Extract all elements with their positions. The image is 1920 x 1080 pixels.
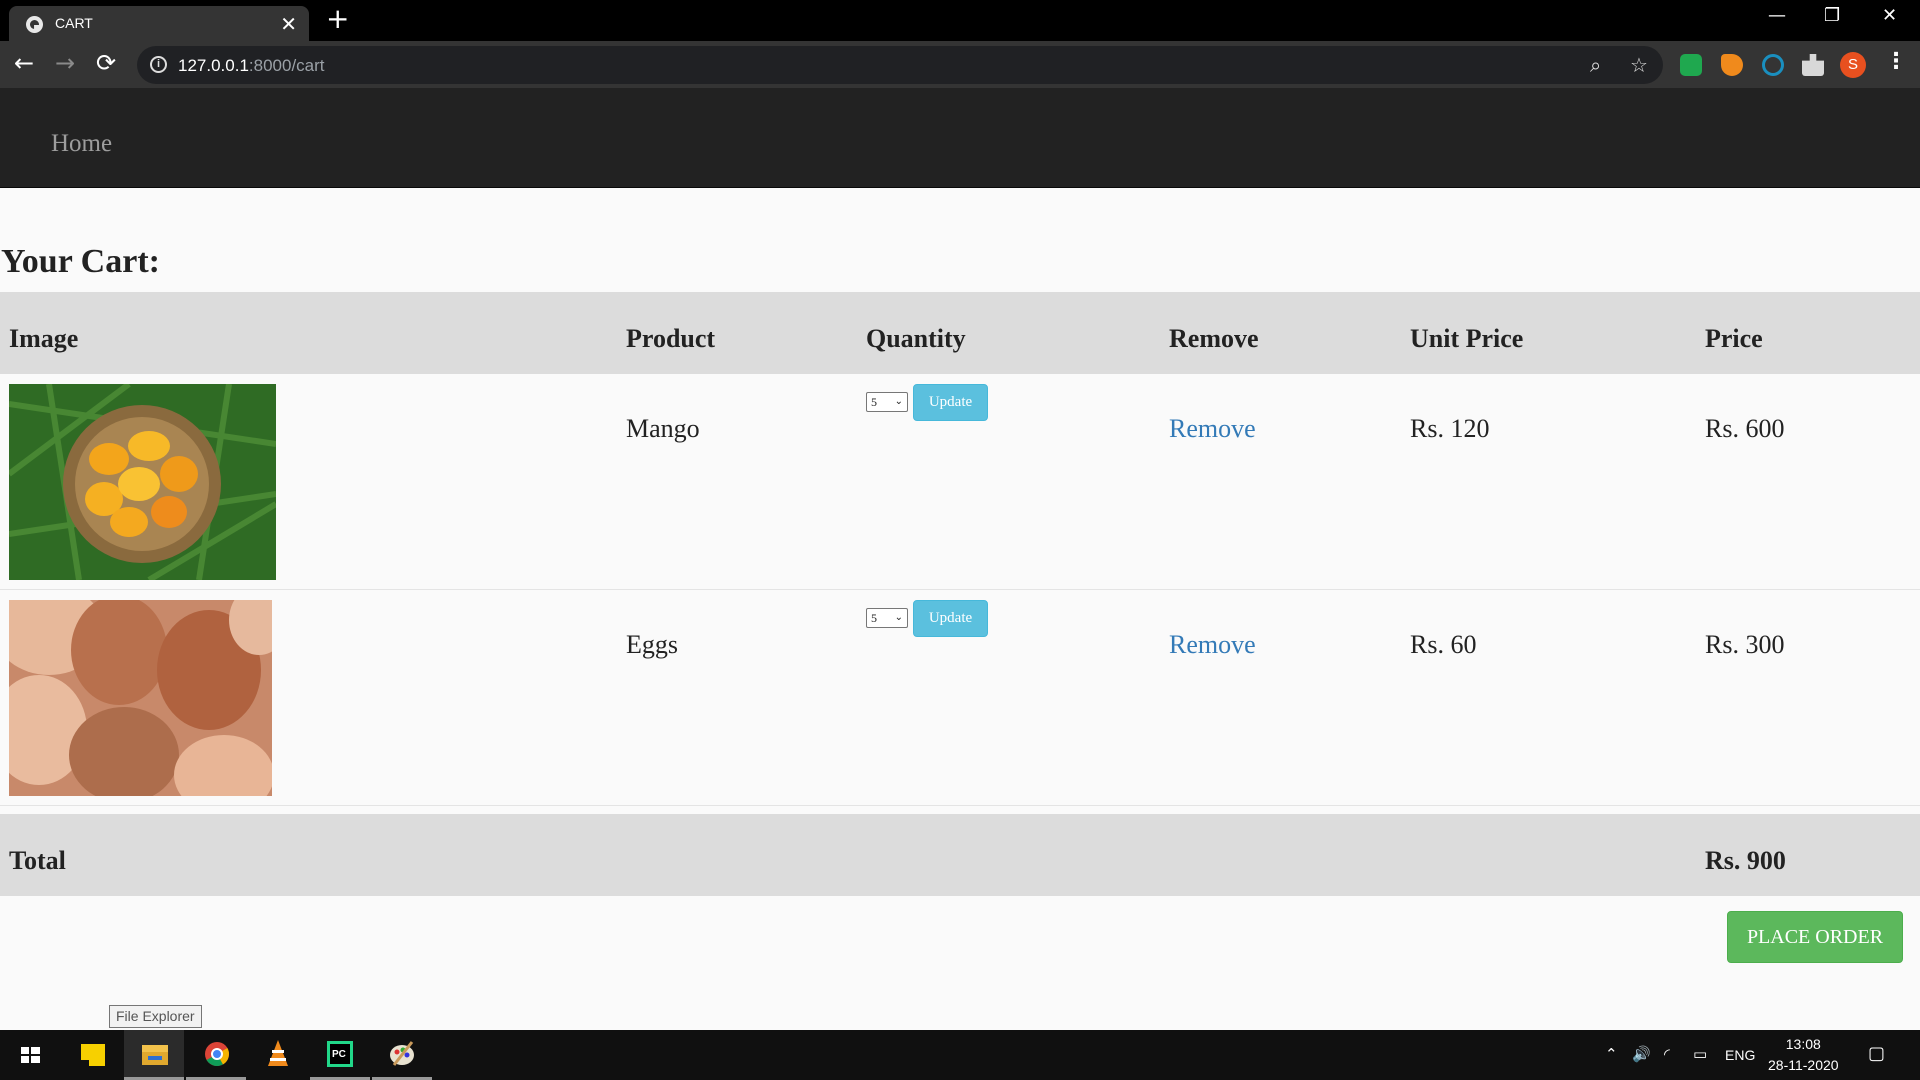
line-price: Rs. 300	[1705, 630, 1785, 659]
total-value: Rs. 900	[1705, 846, 1786, 875]
close-tab-icon[interactable]: ✕	[280, 12, 297, 36]
battery-icon[interactable]: ▭	[1693, 1045, 1707, 1063]
key-extension-icon[interactable]	[1721, 54, 1743, 76]
language-indicator[interactable]: ENG	[1725, 1047, 1755, 1063]
info-icon[interactable]: i	[150, 56, 167, 73]
address-bar[interactable]: i 127.0.0.1:8000/cart ⌕ ☆	[137, 46, 1663, 84]
table-header-row: Image Product Quantity Remove Unit Price…	[0, 292, 1920, 374]
quantity-select[interactable]: 5 ⌄	[866, 608, 908, 628]
shield-extension-icon[interactable]	[1680, 54, 1702, 76]
time: 13:08	[1785, 1036, 1821, 1052]
file-explorer-icon[interactable]	[124, 1030, 184, 1080]
site-navbar: Home	[0, 88, 1920, 188]
total-row: Total Rs. 900	[0, 814, 1920, 896]
tab-title: CART	[55, 15, 93, 31]
profile-avatar[interactable]: S	[1840, 52, 1866, 78]
notification-icon[interactable]: ▢	[1868, 1043, 1885, 1064]
zoom-icon[interactable]: ⌕	[1590, 53, 1601, 77]
browser-toolbar: ← → ⟳ i 127.0.0.1:8000/cart ⌕ ☆ S ⋮	[0, 41, 1920, 88]
table-row: Eggs 5 ⌄ Update Remove Rs. 60 Rs. 300	[0, 590, 1920, 806]
browser-tab-strip: CART ✕ + — ❐ ✕	[0, 0, 1920, 41]
restore-icon[interactable]: ❐	[1824, 5, 1840, 26]
tooltip: File Explorer	[109, 1005, 202, 1028]
sticky-notes-icon[interactable]	[62, 1030, 122, 1080]
column-header-image: Image	[9, 324, 79, 353]
vlc-icon[interactable]	[248, 1030, 308, 1080]
pycharm-icon[interactable]: PC	[310, 1030, 370, 1080]
back-arrow-icon[interactable]: ←	[14, 49, 34, 77]
puzzle-extensions-icon[interactable]	[1802, 54, 1824, 76]
column-header-product: Product	[626, 324, 716, 353]
browser-tab[interactable]: CART ✕	[9, 6, 309, 41]
taskbar: PC ⌃ 🔊 ◜ ▭ ENG 13:08 28-11-2020 ▢	[0, 1030, 1920, 1080]
clock[interactable]: 13:08 28-11-2020	[1768, 1034, 1839, 1076]
cart-table: Image Product Quantity Remove Unit Price…	[0, 292, 1920, 896]
paint-icon[interactable]	[372, 1030, 432, 1080]
unit-price: Rs. 60	[1410, 630, 1477, 659]
chevron-down-icon: ⌄	[894, 612, 903, 623]
minimize-icon[interactable]: —	[1768, 5, 1786, 26]
svg-text:PC: PC	[332, 1049, 346, 1060]
table-row: Mango 5 ⌄ Update Remove Rs. 120 Rs. 600	[0, 374, 1920, 590]
network-icon[interactable]: ◜	[1664, 1045, 1670, 1063]
quantity-select[interactable]: 5 ⌄	[866, 392, 908, 412]
column-header-price: Price	[1705, 324, 1763, 353]
update-button[interactable]: Update	[913, 600, 988, 637]
product-name: Eggs	[626, 630, 678, 659]
line-price: Rs. 600	[1705, 414, 1785, 443]
product-name: Mango	[626, 414, 700, 443]
globe-icon	[26, 16, 43, 33]
browser-menu-icon[interactable]: ⋮	[1885, 49, 1907, 74]
column-header-remove: Remove	[1169, 324, 1259, 353]
chevron-up-icon[interactable]: ⌃	[1605, 1045, 1618, 1063]
remove-link[interactable]: Remove	[1169, 630, 1256, 660]
windows-start-icon[interactable]	[0, 1030, 60, 1080]
total-label: Total	[9, 846, 66, 875]
eggs-image	[9, 600, 272, 796]
chrome-icon[interactable]	[186, 1030, 246, 1080]
column-header-unit-price: Unit Price	[1410, 324, 1524, 353]
unit-price: Rs. 120	[1410, 414, 1490, 443]
column-header-quantity: Quantity	[866, 324, 966, 353]
update-button[interactable]: Update	[913, 384, 988, 421]
bookmark-star-icon[interactable]: ☆	[1630, 53, 1648, 77]
home-link[interactable]: Home	[51, 130, 112, 158]
forward-arrow-icon[interactable]: →	[55, 49, 75, 77]
volume-icon[interactable]: 🔊	[1632, 1045, 1651, 1063]
chevron-down-icon: ⌄	[894, 396, 903, 407]
url-text[interactable]: 127.0.0.1:8000/cart	[178, 56, 325, 76]
new-tab-icon[interactable]: +	[326, 4, 349, 34]
mango-image	[9, 384, 276, 580]
date: 28-11-2020	[1768, 1057, 1839, 1073]
place-order-button[interactable]: PLACE ORDER	[1727, 911, 1903, 963]
window-close-icon[interactable]: ✕	[1882, 5, 1897, 26]
reload-icon[interactable]: ⟳	[96, 49, 116, 77]
globe-extension-icon[interactable]	[1762, 54, 1784, 76]
remove-link[interactable]: Remove	[1169, 414, 1256, 444]
page-title: Your Cart:	[1, 243, 160, 280]
